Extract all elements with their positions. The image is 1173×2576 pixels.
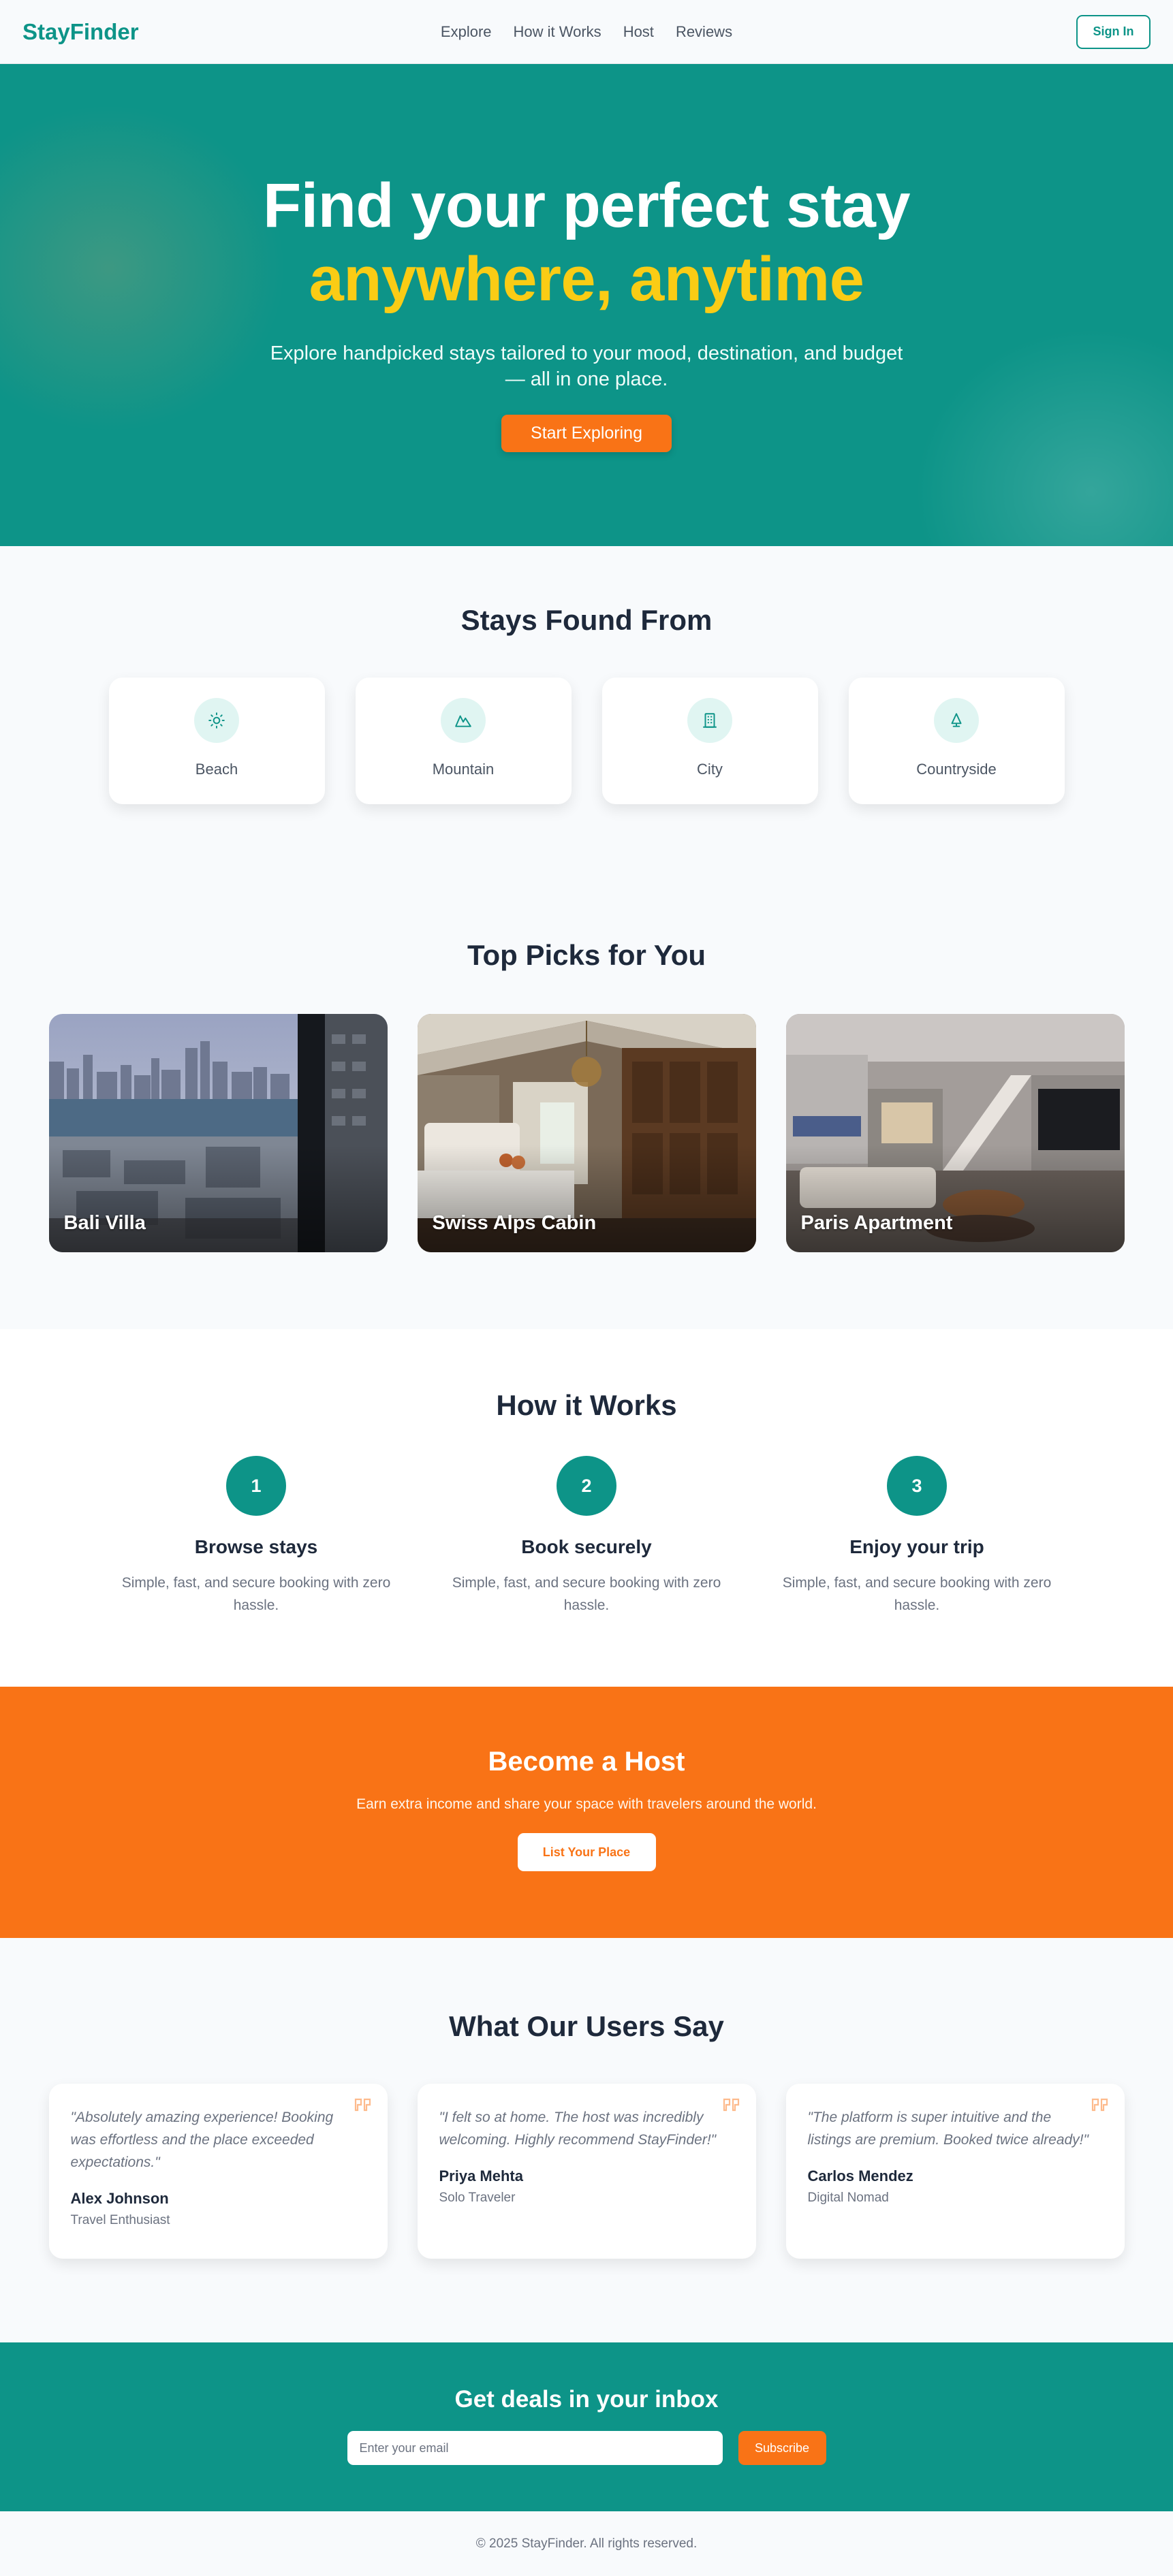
nav-link-reviews[interactable]: Reviews (676, 23, 732, 41)
step-number: 2 (557, 1456, 616, 1516)
listing-title: Swiss Alps Cabin (432, 1212, 597, 1234)
hero-subtitle: Explore handpicked stays tailored to you… (270, 343, 903, 390)
nav-link-explore[interactable]: Explore (441, 23, 492, 41)
stays-title: Stays Found From (460, 604, 713, 636)
sun-icon (194, 698, 239, 743)
step-item: 1 Browse stays Simple, fast, and secure … (115, 1456, 398, 1617)
review-quote: "I felt so at home. The host was incredi… (439, 2110, 717, 2148)
step-description: Simple, fast, and secure booking with ze… (782, 1575, 1052, 1613)
category-card-city[interactable]: City (601, 678, 818, 804)
listing-card-swiss-alps-cabin[interactable]: Swiss Alps Cabin (417, 1014, 756, 1252)
listing-title: Bali Villa (63, 1212, 146, 1234)
newsletter-section: Get deals in your inbox Enter your email… (0, 2342, 1173, 2511)
hero-glow-decoration (901, 315, 1173, 546)
listing-card-bali-villa[interactable]: Bali Villa (48, 1014, 388, 1252)
reviewer-name: Carlos Mendez (807, 2167, 913, 2184)
step-title: Enjoy your trip (849, 1536, 984, 1557)
newsletter-title: Get deals in your inbox (454, 2386, 719, 2413)
top-nav: StayFinder Explore How it Works Host Rev… (0, 0, 1173, 64)
category-label: Countryside (916, 761, 997, 778)
reviewer-role: Digital Nomad (807, 2191, 889, 2205)
quote-icon (1091, 2098, 1108, 2112)
review-quote: "Absolutely amazing experience! Booking … (70, 2110, 334, 2170)
email-input[interactable]: Enter your email (347, 2431, 723, 2465)
review-card: "I felt so at home. The host was incredi… (417, 2084, 756, 2259)
reviews-list: "Absolutely amazing experience! Booking … (0, 2084, 1173, 2259)
step-number: 1 (226, 1456, 286, 1516)
category-label: Beach (195, 761, 238, 778)
quote-icon (723, 2098, 739, 2112)
hero-title-line1: Find your perfect stay (262, 171, 911, 240)
review-quote: "The platform is super intuitive and the… (807, 2110, 1089, 2148)
step-description: Simple, fast, and secure booking with ze… (121, 1575, 391, 1613)
nav-link-host[interactable]: Host (623, 23, 654, 41)
top-picks-list: Bali Villa Swiss Alps Cabin Paris Apartm… (0, 1014, 1173, 1252)
listing-card-paris-apartment[interactable]: Paris Apartment (785, 1014, 1125, 1252)
step-title: Browse stays (194, 1536, 318, 1557)
category-label: City (697, 761, 723, 778)
how-it-works-title: How it Works (496, 1389, 677, 1421)
subscribe-button[interactable]: Subscribe (738, 2431, 826, 2465)
step-number: 3 (887, 1456, 947, 1516)
nav-links: Explore How it Works Host Reviews (441, 23, 732, 41)
reviewer-role: Travel Enthusiast (70, 2213, 170, 2227)
newsletter-form: Enter your email Subscribe (0, 2431, 1173, 2465)
hero-section: Find your perfect stay anywhere, anytime… (0, 64, 1173, 546)
review-card: "The platform is super intuitive and the… (785, 2084, 1125, 2259)
hero-title-line2: anywhere, anytime (309, 244, 864, 314)
stay-categories: Beach Mountain City Countryside (0, 678, 1173, 804)
start-exploring-button[interactable]: Start Exploring (501, 415, 672, 452)
footer: © 2025 StayFinder. All rights reserved. (0, 2511, 1173, 2576)
top-picks-title: Top Picks for You (467, 939, 706, 971)
reviews-section: What Our Users Say "Absolutely amazing e… (0, 1938, 1173, 2342)
review-card: "Absolutely amazing experience! Booking … (48, 2084, 388, 2259)
building-icon (687, 698, 732, 743)
reviewer-name: Priya Mehta (439, 2167, 524, 2184)
reviewer-role: Solo Traveler (439, 2191, 516, 2205)
category-card-countryside[interactable]: Countryside (848, 678, 1065, 804)
category-card-beach[interactable]: Beach (108, 678, 325, 804)
step-description: Simple, fast, and secure booking with ze… (452, 1575, 721, 1613)
stays-section: Stays Found From Beach Mountain City Cou… (0, 546, 1173, 876)
step-title: Book securely (521, 1536, 652, 1557)
reviews-title: What Our Users Say (449, 2010, 724, 2042)
listing-title: Paris Apartment (800, 1212, 953, 1234)
category-card-mountain[interactable]: Mountain (355, 678, 572, 804)
mountain-icon (441, 698, 486, 743)
quote-icon (354, 2098, 371, 2112)
steps-list: 1 Browse stays Simple, fast, and secure … (0, 1456, 1173, 1617)
step-item: 2 Book securely Simple, fast, and secure… (445, 1456, 728, 1617)
reviewer-name: Alex Johnson (70, 2190, 169, 2207)
how-it-works-section: How it Works 1 Browse stays Simple, fast… (0, 1329, 1173, 1687)
become-host-section: Become a Host Earn extra income and shar… (0, 1687, 1173, 1938)
host-title: Become a Host (488, 1747, 685, 1777)
copyright-text: © 2025 StayFinder. All rights reserved. (475, 2536, 698, 2551)
list-your-place-button[interactable]: List Your Place (517, 1833, 656, 1871)
nav-link-how-it-works[interactable]: How it Works (514, 23, 601, 41)
top-picks-section: Top Picks for You Bali Villa Swiss Alps … (0, 876, 1173, 1329)
category-label: Mountain (432, 761, 495, 778)
step-item: 3 Enjoy your trip Simple, fast, and secu… (776, 1456, 1059, 1617)
logo[interactable]: StayFinder (22, 19, 139, 45)
host-subtitle: Earn extra income and share your space w… (356, 1796, 817, 1812)
tree-icon (934, 698, 979, 743)
sign-in-button[interactable]: Sign In (1076, 14, 1151, 49)
hero-title: Find your perfect stay anywhere, anytime (0, 64, 1173, 313)
